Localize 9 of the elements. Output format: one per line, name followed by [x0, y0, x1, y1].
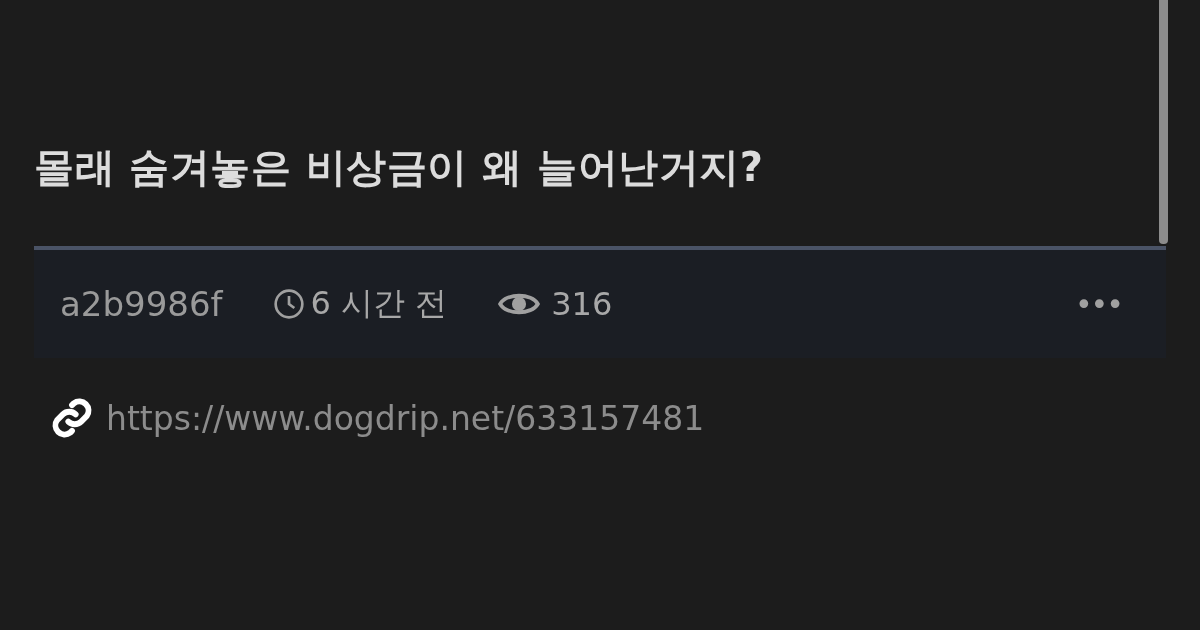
post-url[interactable]: https://www.dogdrip.net/633157481: [106, 398, 705, 438]
clock-icon: [272, 288, 305, 320]
scrollbar[interactable]: [1159, 0, 1168, 244]
link-icon: [50, 396, 94, 440]
more-button[interactable]: •••: [1074, 286, 1122, 322]
author-name[interactable]: a2b9986f: [60, 284, 223, 324]
view-count: 316: [551, 285, 613, 323]
post-time: 6 시간 전: [310, 283, 448, 324]
post-title: 몰래 숨겨놓은 비상금이 왜 늘어난거지?: [34, 143, 764, 192]
